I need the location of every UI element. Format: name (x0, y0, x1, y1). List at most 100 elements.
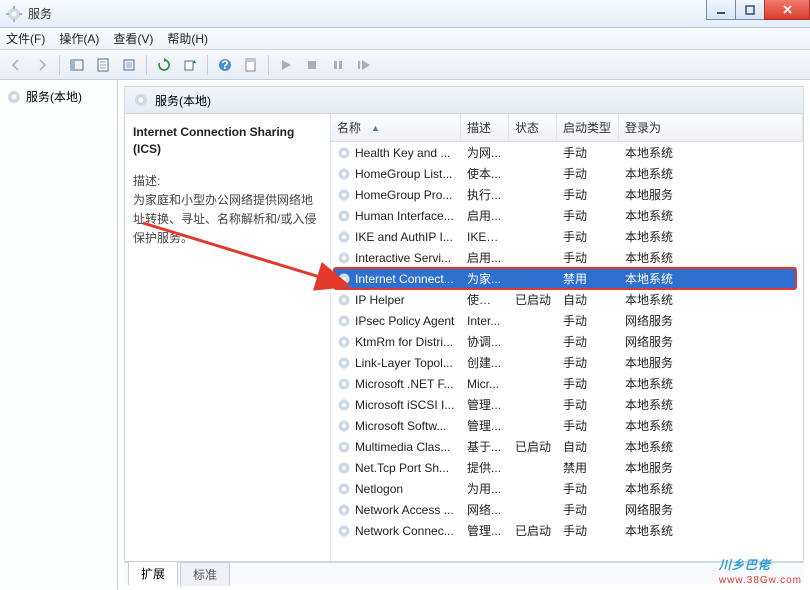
table-row[interactable]: Microsoft iSCSI I...管理...手动本地系统 (331, 394, 803, 415)
menu-action[interactable]: 操作(A) (59, 30, 99, 47)
stop-service-button[interactable] (300, 53, 324, 77)
pause-service-button[interactable] (326, 53, 350, 77)
detail-desc-label: 描述: (133, 172, 322, 189)
service-desc: 使用 ... (461, 291, 509, 308)
tab-standard[interactable]: 标准 (180, 562, 230, 586)
service-desc: 为家... (461, 270, 509, 287)
gear-icon (337, 461, 351, 475)
service-desc: 启用... (461, 207, 509, 224)
service-logon: 本地系统 (619, 396, 803, 413)
service-logon: 本地系统 (619, 417, 803, 434)
table-row[interactable]: Human Interface...启用...手动本地系统 (331, 205, 803, 226)
body: 服务(本地) 服务(本地) Internet Connection Sharin… (0, 80, 810, 590)
table-row[interactable]: Network Access ...网络...手动网络服务 (331, 499, 803, 520)
service-logon: 网络服务 (619, 312, 803, 329)
right-header-title: 服务(本地) (155, 92, 211, 109)
menu-file[interactable]: 文件(F) (6, 30, 45, 47)
table-row[interactable]: Net.Tcp Port Sh...提供...禁用本地服务 (331, 457, 803, 478)
gear-icon (337, 482, 351, 496)
service-logon: 本地系统 (619, 522, 803, 539)
table-row[interactable]: IP Helper使用 ...已启动自动本地系统 (331, 289, 803, 310)
service-logon: 本地系统 (619, 165, 803, 182)
table-row[interactable]: Link-Layer Topol...创建...手动本地服务 (331, 352, 803, 373)
properties-button[interactable] (91, 53, 115, 77)
service-startup: 手动 (557, 333, 619, 350)
table-row[interactable]: IKE and AuthIP I...IKEE...手动本地系统 (331, 226, 803, 247)
table-row[interactable]: HomeGroup Pro...执行...手动本地服务 (331, 184, 803, 205)
toolbar-separator (146, 55, 147, 75)
minimize-button[interactable] (706, 0, 736, 20)
service-name: HomeGroup Pro... (355, 188, 452, 202)
maximize-button[interactable] (735, 0, 765, 20)
gear-icon (337, 377, 351, 391)
service-name: Health Key and ... (355, 146, 450, 160)
export-button[interactable] (117, 53, 141, 77)
help-button[interactable]: ? (213, 53, 237, 77)
table-row[interactable]: KtmRm for Distri...协调...手动网络服务 (331, 331, 803, 352)
service-name: Multimedia Clas... (355, 440, 450, 454)
properties-sheet-button[interactable] (239, 53, 263, 77)
service-name: Microsoft iSCSI I... (355, 398, 454, 412)
column-logon[interactable]: 登录为 (619, 114, 803, 141)
back-button[interactable] (4, 53, 28, 77)
service-desc: 创建... (461, 354, 509, 371)
show-hide-tree-button[interactable] (65, 53, 89, 77)
gear-icon (337, 209, 351, 223)
toolbar: ? (0, 50, 810, 80)
tree-root-item[interactable]: 服务(本地) (4, 86, 113, 107)
service-name: Microsoft .NET F... (355, 377, 453, 391)
service-logon: 本地系统 (619, 249, 803, 266)
service-desc: 协调... (461, 333, 509, 350)
gear-icon (6, 89, 22, 105)
close-button[interactable] (764, 0, 810, 20)
restart-service-button[interactable] (352, 53, 376, 77)
menu-bar: 文件(F) 操作(A) 查看(V) 帮助(H) (0, 28, 810, 50)
detail-desc: 为家庭和小型办公网络提供网络地址转换、寻址、名称解析和/或入侵保护服务。 (133, 191, 322, 249)
export-list-button[interactable] (178, 53, 202, 77)
right-header: 服务(本地) (124, 86, 804, 114)
service-list[interactable]: 名称▲ 描述 状态 启动类型 登录为 Health Key and ...为网.… (331, 114, 803, 561)
table-row[interactable]: Health Key and ...为网...手动本地系统 (331, 142, 803, 163)
service-desc: 使本... (461, 165, 509, 182)
gear-icon (337, 356, 351, 370)
service-startup: 自动 (557, 438, 619, 455)
table-row[interactable]: Multimedia Clas...基于...已启动自动本地系统 (331, 436, 803, 457)
gear-icon (337, 251, 351, 265)
table-row[interactable]: Network Connec...管理...已启动手动本地系统 (331, 520, 803, 541)
column-startup[interactable]: 启动类型 (557, 114, 619, 141)
service-name: Link-Layer Topol... (355, 356, 453, 370)
menu-help[interactable]: 帮助(H) (167, 30, 208, 47)
service-startup: 手动 (557, 522, 619, 539)
service-startup: 自动 (557, 291, 619, 308)
column-desc[interactable]: 描述 (461, 114, 509, 141)
service-startup: 手动 (557, 354, 619, 371)
table-row[interactable]: Microsoft .NET F...Micr...手动本地系统 (331, 373, 803, 394)
menu-view[interactable]: 查看(V) (113, 30, 153, 47)
service-startup: 禁用 (557, 270, 619, 287)
table-row[interactable]: HomeGroup List...使本...手动本地系统 (331, 163, 803, 184)
table-row[interactable]: Internet Connect...为家...禁用本地系统 (331, 268, 803, 289)
service-desc: 管理... (461, 522, 509, 539)
service-startup: 手动 (557, 144, 619, 161)
table-row[interactable]: IPsec Policy AgentInter...手动网络服务 (331, 310, 803, 331)
forward-button[interactable] (30, 53, 54, 77)
service-desc: 执行... (461, 186, 509, 203)
title-bar: 服务 (0, 0, 810, 28)
refresh-button[interactable] (152, 53, 176, 77)
window-controls (707, 0, 810, 20)
service-startup: 手动 (557, 207, 619, 224)
table-row[interactable]: Interactive Servi...启用...手动本地系统 (331, 247, 803, 268)
column-status[interactable]: 状态 (509, 114, 557, 141)
table-row[interactable]: Microsoft Softw...管理...手动本地系统 (331, 415, 803, 436)
toolbar-separator (268, 55, 269, 75)
table-row[interactable]: Netlogon为用...手动本地系统 (331, 478, 803, 499)
service-desc: 管理... (461, 417, 509, 434)
service-desc: 网络... (461, 501, 509, 518)
column-name[interactable]: 名称▲ (331, 114, 461, 141)
service-logon: 本地系统 (619, 144, 803, 161)
service-status: 已启动 (509, 522, 557, 539)
start-service-button[interactable] (274, 53, 298, 77)
service-logon: 本地系统 (619, 270, 803, 287)
gear-icon (337, 146, 351, 160)
tab-extended[interactable]: 扩展 (128, 561, 178, 585)
